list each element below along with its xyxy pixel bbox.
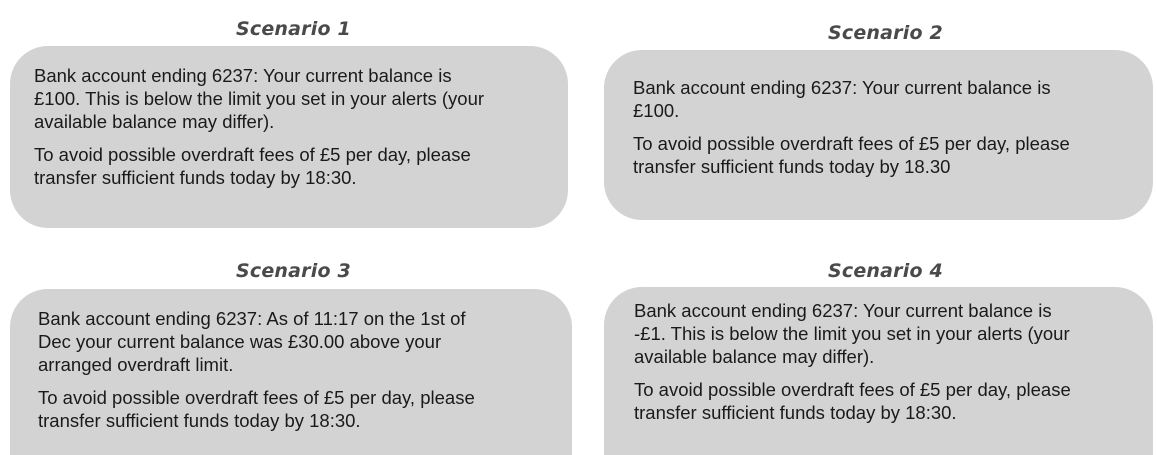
message-bubble: Bank account ending 6237: Your current b…	[604, 50, 1153, 220]
message-paragraph-balance: Bank account ending 6237: As of 11:17 on…	[38, 308, 466, 375]
scenario-title: Scenario 2	[828, 22, 943, 44]
message-paragraph-balance: Bank account ending 6237: Your current b…	[634, 300, 1070, 367]
message-bubble: Bank account ending 6237: As of 11:17 on…	[10, 289, 572, 455]
message-bubble: Bank account ending 6237: Your current b…	[604, 287, 1153, 455]
scenario-title: Scenario 1	[236, 18, 351, 40]
scenario-title: Scenario 3	[236, 260, 351, 282]
message-paragraph-fees: To avoid possible overdraft fees of £5 p…	[633, 133, 1070, 177]
message-paragraph-fees: To avoid possible overdraft fees of £5 p…	[38, 387, 475, 431]
message-paragraph-fees: To avoid possible overdraft fees of £5 p…	[34, 144, 471, 188]
message-paragraph-fees: To avoid possible overdraft fees of £5 p…	[634, 379, 1071, 423]
message-bubble: Bank account ending 6237: Your current b…	[10, 46, 568, 228]
scenario-title: Scenario 4	[828, 260, 943, 282]
message-paragraph-balance: Bank account ending 6237: Your current b…	[633, 77, 1051, 121]
message-paragraph-balance: Bank account ending 6237: Your current b…	[34, 65, 485, 132]
